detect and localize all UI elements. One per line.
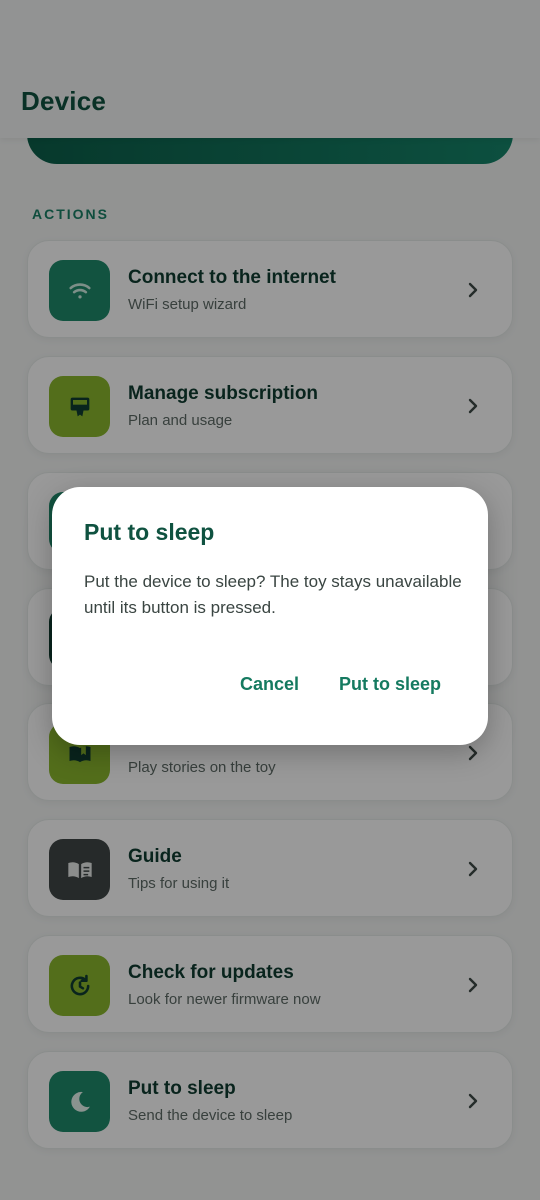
device-screen: Device ACTIONS Connect to the internet W… [0, 0, 540, 1200]
cancel-button[interactable]: Cancel [240, 669, 299, 699]
dialog-title: Put to sleep [84, 519, 215, 545]
sleep-confirm-dialog: Put to sleep Put the device to sleep? Th… [52, 487, 488, 745]
dialog-message: Put the device to sleep? The toy stays u… [84, 572, 462, 617]
confirm-sleep-button[interactable]: Put to sleep [339, 669, 441, 699]
